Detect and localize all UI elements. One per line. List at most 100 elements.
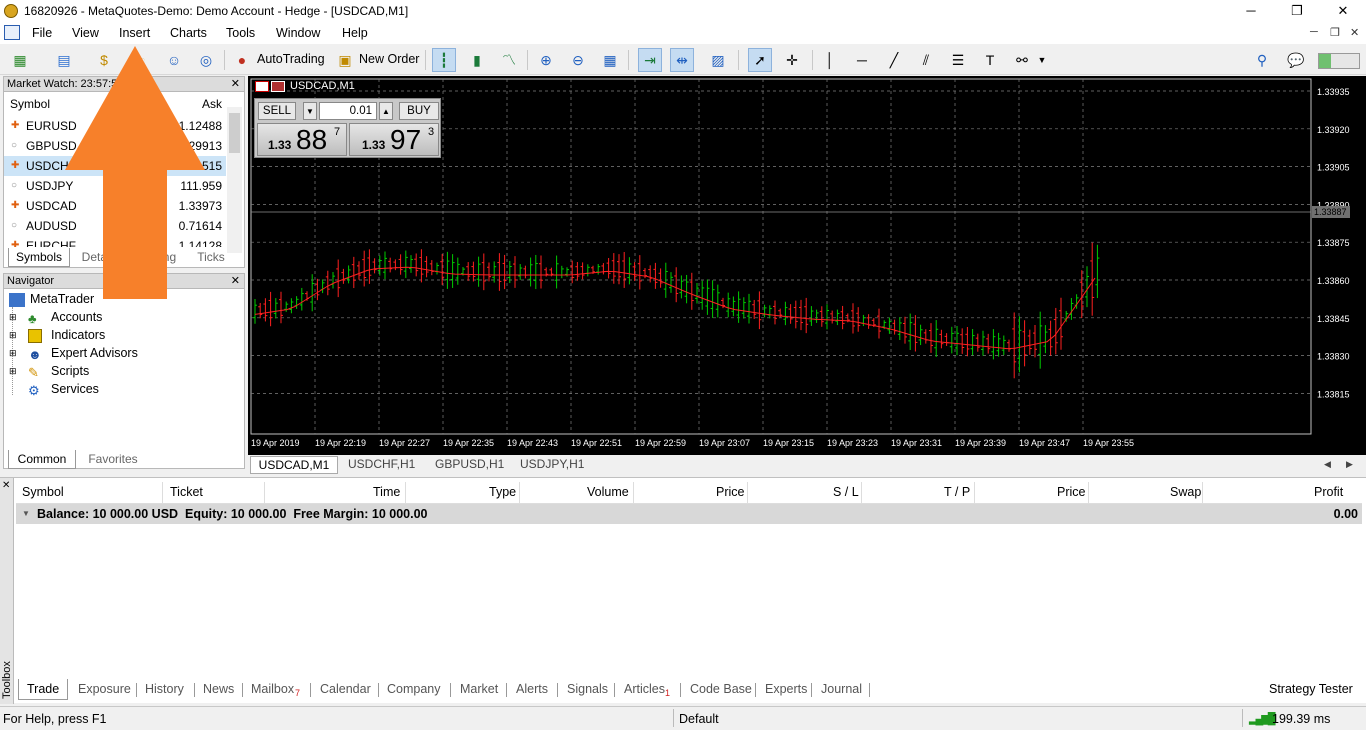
collapse-icon[interactable]: ▼	[22, 509, 30, 518]
mdi-close-button[interactable]: ✕	[1350, 26, 1359, 39]
col-header[interactable]: Price	[716, 485, 744, 499]
strategy-tester-button[interactable]: Strategy Tester	[1269, 682, 1353, 696]
balance-row[interactable]: ▼ Balance: 10 000.00 USD Equity: 10 000.…	[16, 504, 1362, 524]
navigator-item-services[interactable]: Services	[51, 382, 99, 396]
zoom-out-icon[interactable]: ⊖	[566, 48, 590, 72]
search-icon[interactable]: ⚲	[1250, 48, 1274, 72]
bar-chart-icon[interactable]: ┇	[432, 48, 456, 72]
bid-price-box[interactable]: 1.33 88 7	[257, 123, 347, 156]
maximize-button[interactable]: ❐	[1274, 0, 1320, 22]
new-chart-icon[interactable]: ▦	[8, 48, 32, 72]
col-symbol[interactable]: Symbol	[10, 97, 50, 111]
tab-calendar[interactable]: Calendar	[320, 682, 371, 696]
equidistant-channel-icon[interactable]: ⫽	[914, 48, 938, 72]
buy-button[interactable]: BUY	[399, 102, 439, 120]
lot-increase-button[interactable]: ▲	[379, 102, 393, 120]
cursor-icon[interactable]: ➚	[748, 48, 772, 72]
menu-tools[interactable]: Tools	[226, 26, 255, 40]
col-header[interactable]: Volume	[587, 485, 629, 499]
lot-decrease-button[interactable]: ▼	[303, 102, 317, 120]
menu-help[interactable]: Help	[342, 26, 368, 40]
tab-common[interactable]: Common	[8, 450, 76, 469]
autotrading-button[interactable]: AutoTrading	[257, 52, 325, 66]
horizontal-line-icon[interactable]: ─	[850, 48, 874, 72]
tab-news[interactable]: News	[203, 682, 234, 696]
tab-scroll-left-icon[interactable]: ◀	[1324, 456, 1331, 474]
menu-insert[interactable]: Insert	[119, 26, 150, 40]
candlestick-icon[interactable]: ▮	[465, 48, 489, 72]
navigator-item-indicators[interactable]: Indicators	[51, 328, 105, 342]
fibonacci-icon[interactable]: ☰	[946, 48, 970, 72]
market-watch-scrollbar[interactable]	[227, 107, 242, 253]
col-header[interactable]: Price	[1057, 485, 1085, 499]
tab-company[interactable]: Company	[387, 682, 441, 696]
minimize-button[interactable]: ─	[1228, 0, 1274, 22]
autotrading-icon[interactable]: ●	[230, 48, 254, 72]
mdi-restore-button[interactable]: ❐	[1330, 26, 1340, 39]
col-header[interactable]: T / P	[944, 485, 970, 499]
tab-favorites[interactable]: Favorites	[80, 450, 146, 469]
new-order-icon[interactable]: ▣	[333, 48, 357, 72]
trendline-icon[interactable]: ╱	[882, 48, 906, 72]
ask-price-box[interactable]: 1.33 97 3	[349, 123, 439, 156]
tab-mailbox[interactable]: Mailbox	[251, 682, 294, 696]
tab-history[interactable]: History	[145, 682, 184, 696]
menu-file[interactable]: File	[32, 26, 52, 40]
close-icon[interactable]: ✕	[231, 77, 240, 91]
chart-shift-icon[interactable]: ⇹	[670, 48, 694, 72]
tab-trade[interactable]: Trade	[18, 679, 69, 700]
expand-icon[interactable]: ⊞	[9, 366, 17, 377]
text-icon[interactable]: T	[978, 48, 1002, 72]
vertical-line-icon[interactable]: │	[818, 48, 842, 72]
chart-tab[interactable]: USDJPY,H1	[520, 456, 584, 474]
close-button[interactable]: ✕	[1320, 0, 1366, 22]
col-header[interactable]: Profit	[1314, 485, 1343, 499]
tab-alerts[interactable]: Alerts	[516, 682, 548, 696]
menu-window[interactable]: Window	[276, 26, 320, 40]
autoscroll-icon[interactable]: ⇥	[638, 48, 662, 72]
col-header[interactable]: Type	[489, 485, 516, 499]
col-header[interactable]: Swap	[1170, 485, 1201, 499]
tab-experts[interactable]: Experts	[765, 682, 807, 696]
col-header[interactable]: Time	[373, 485, 400, 499]
tab-scroll-right-icon[interactable]: ▶	[1346, 456, 1353, 474]
articles-badge: 1	[665, 688, 671, 698]
menu-view[interactable]: View	[72, 26, 99, 40]
col-header[interactable]: Symbol	[22, 485, 64, 499]
tab-signals[interactable]: Signals	[567, 682, 608, 696]
menu-charts[interactable]: Charts	[170, 26, 207, 40]
tab-exposure[interactable]: Exposure	[78, 682, 131, 696]
toolbox-panel: ✕ Toolbox Symbol Ticket Time Type Volume…	[0, 477, 1366, 704]
expand-icon[interactable]: ⊞	[9, 330, 17, 341]
expand-icon[interactable]: ⊞	[9, 348, 17, 359]
zoom-in-icon[interactable]: ⊕	[534, 48, 558, 72]
col-header[interactable]: S / L	[833, 485, 859, 499]
navigator-item-scripts[interactable]: Scripts	[51, 364, 89, 378]
mdi-minimize-button[interactable]: ─	[1310, 26, 1318, 38]
chart-tab[interactable]: USDCAD,M1	[250, 456, 338, 474]
chart-tab[interactable]: GBPUSD,H1	[435, 456, 504, 474]
profile-name[interactable]: Default	[679, 712, 719, 726]
sell-button[interactable]: SELL	[258, 102, 296, 120]
tab-market[interactable]: Market	[460, 682, 498, 696]
chevron-down-icon[interactable]: ▼	[1030, 48, 1054, 72]
tab-articles[interactable]: Articles	[624, 682, 665, 696]
tile-windows-icon[interactable]: ▦	[598, 48, 622, 72]
tab-symbols[interactable]: Symbols	[8, 248, 70, 267]
tab-code-base[interactable]: Code Base	[690, 682, 752, 696]
close-icon[interactable]: ✕	[231, 274, 240, 288]
line-chart-icon[interactable]: 〽	[497, 48, 521, 72]
chat-icon[interactable]: 💬	[1284, 48, 1308, 72]
indicators-icon[interactable]: ▨	[706, 48, 730, 72]
navigator-item-expert-advisors[interactable]: Expert Advisors	[51, 346, 138, 360]
scroll-thumb[interactable]	[229, 113, 240, 153]
tab-journal[interactable]: Journal	[821, 682, 862, 696]
chart-tab[interactable]: USDCHF,H1	[348, 456, 415, 474]
col-header[interactable]: Ticket	[170, 485, 203, 499]
lot-input[interactable]: 0.01	[319, 102, 377, 120]
new-order-button[interactable]: New Order	[359, 52, 419, 66]
close-icon[interactable]: ✕	[2, 480, 10, 491]
crosshair-icon[interactable]: ✛	[780, 48, 804, 72]
expand-icon[interactable]: ⊞	[9, 312, 17, 323]
navigator-item-accounts[interactable]: Accounts	[51, 310, 102, 324]
